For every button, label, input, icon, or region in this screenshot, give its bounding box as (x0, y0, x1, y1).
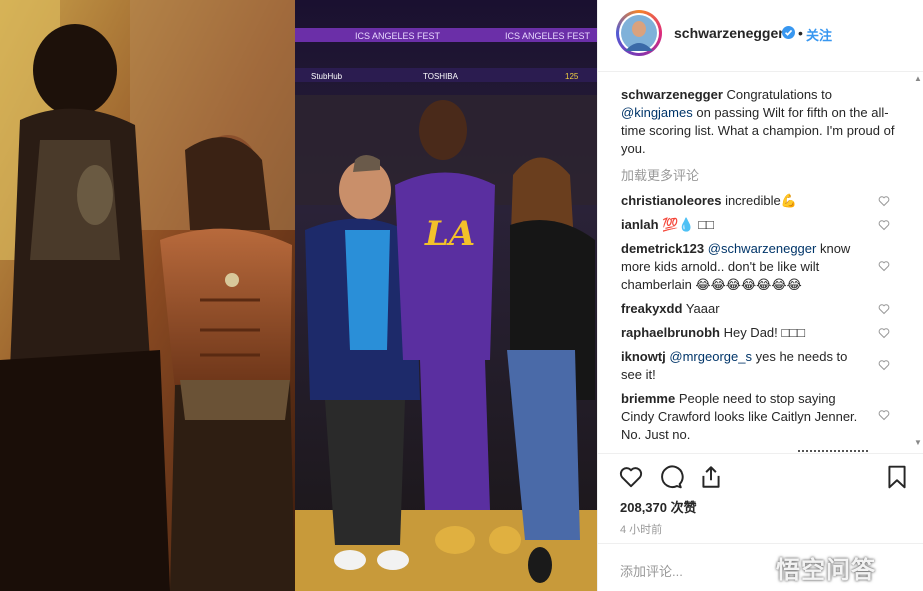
small-heart-icon[interactable] (878, 359, 890, 371)
small-heart-icon[interactable] (878, 195, 890, 207)
scroll-up-arrow-icon[interactable]: ▲ (914, 74, 922, 83)
header-username[interactable]: schwarzenegger (674, 25, 784, 41)
comment-username[interactable]: ianlah (621, 217, 659, 232)
small-heart-icon[interactable] (878, 260, 890, 272)
arena-banner-text-2: ICS ANGELES FEST (505, 31, 591, 41)
comment-text: incredible💪 (725, 193, 797, 208)
small-heart-icon[interactable] (878, 409, 890, 421)
small-heart-icon[interactable] (878, 219, 890, 231)
post-header: schwarzenegger • 关注 (598, 0, 923, 72)
comment-item: demetrick123 @schwarzenegger know more k… (621, 240, 871, 294)
comment-text: Hey Dad! □□□ (723, 325, 805, 340)
arena-photo: ICS ANGELES FEST ICS ANGELES FEST StubHu… (295, 0, 597, 591)
arena-banner-text: ICS ANGELES FEST (355, 31, 441, 41)
comments-list[interactable]: ▲ schwarzenegger Congratulations to @kin… (598, 72, 923, 453)
share-icon[interactable] (698, 464, 724, 490)
post-timestamp[interactable]: 4 小时前 (620, 521, 662, 537)
separator-dot: • (798, 25, 803, 41)
add-comment-input[interactable]: 添加评论... (620, 561, 683, 580)
comment-username[interactable]: raphaelbrunobh (621, 325, 720, 340)
toshiba-sign: TOSHIBA (423, 72, 459, 81)
avatar-image (619, 13, 659, 53)
comment-item: iknowtj @mrgeorge_s yes he needs to see … (621, 348, 871, 384)
caption-text-1: Congratulations to (726, 87, 833, 102)
caption-mention[interactable]: @kingjames (621, 105, 693, 120)
action-bar: 208,370 次赞 4 小时前 (598, 453, 923, 543)
scoreboard-number: 125 (565, 72, 579, 81)
comment-username[interactable]: briemme (621, 391, 675, 406)
bookmark-icon[interactable] (884, 464, 910, 490)
scroll-down-arrow-icon[interactable]: ▼ (914, 438, 922, 447)
comment-item: christianoleores incredible💪 (621, 192, 871, 210)
comment-username[interactable]: iknowtj (621, 349, 666, 364)
verified-icon (782, 26, 795, 39)
comment-username[interactable]: freakyxdd (621, 301, 682, 316)
caption-username[interactable]: schwarzenegger (621, 87, 723, 102)
film-still-photo (0, 0, 295, 591)
watermark-text: 悟空问答 (776, 557, 876, 584)
stubhub-sign: StubHub (311, 72, 343, 81)
comment-item: ianlah 💯💧 □□ (621, 216, 871, 234)
comment-mention[interactable]: @mrgeorge_s (669, 349, 752, 364)
post-side-panel: schwarzenegger • 关注 ▲ schwarzenegger Con… (597, 0, 923, 591)
likes-count[interactable]: 208,370 次赞 (620, 497, 697, 516)
comment-text: 💯💧 □□ (662, 217, 714, 232)
small-heart-icon[interactable] (878, 327, 890, 339)
comment-username[interactable]: demetrick123 (621, 241, 704, 256)
comment-text: Yaaar (685, 301, 720, 316)
comment-item: briemme People need to stop saying Cindy… (621, 390, 871, 444)
add-comment-bar: 添加评论... 悟空问答 (598, 543, 923, 591)
post-image[interactable]: ICS ANGELES FEST ICS ANGELES FEST StubHu… (0, 0, 597, 591)
comment-username[interactable]: christianoleores (621, 193, 721, 208)
comment-item: freakyxdd Yaaar (621, 300, 871, 318)
load-more-comments[interactable]: 加载更多评论 (621, 165, 699, 184)
watermark-logo-icon (741, 554, 771, 584)
comment-item: raphaelbrunobh Hey Dad! □□□ (621, 324, 871, 342)
post-caption: schwarzenegger Congratulations to @kingj… (621, 86, 896, 158)
profile-avatar[interactable] (616, 10, 662, 56)
comment-icon[interactable] (658, 464, 684, 490)
small-heart-icon[interactable] (878, 303, 890, 315)
follow-button[interactable]: 关注 (806, 25, 832, 44)
comment-mention[interactable]: @schwarzenegger (708, 241, 817, 256)
heart-icon[interactable] (618, 464, 644, 490)
jersey-lettering: LA (424, 214, 475, 254)
